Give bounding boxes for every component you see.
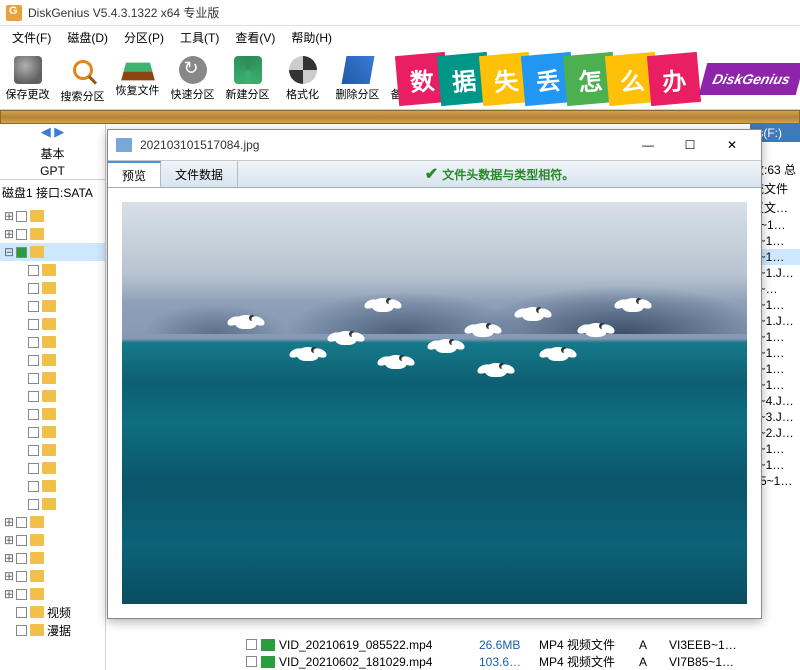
tree-row[interactable]: ⊞ bbox=[0, 585, 105, 603]
disk-info: 磁盘1 接口:SATA bbox=[0, 179, 105, 205]
app-logo-icon bbox=[6, 5, 22, 21]
title-bar: DiskGenius V5.4.3.1322 x64 专业版 bbox=[0, 0, 800, 26]
table-row[interactable]: VID_20210619_085522.mp4 26.6MB MP4 视频文件 … bbox=[106, 636, 800, 653]
tree-row[interactable] bbox=[0, 351, 105, 369]
promo-banner[interactable]: 数 据 失 丢 怎 么 办 DiskGenius bbox=[401, 48, 800, 110]
table-row[interactable]: VID_20210602_181029.mp4 103.6… MP4 视频文件 … bbox=[106, 653, 800, 670]
row-checkbox[interactable] bbox=[246, 656, 257, 667]
video-icon bbox=[261, 639, 275, 651]
tree-row[interactable] bbox=[0, 297, 105, 315]
format-icon bbox=[289, 56, 317, 84]
preview-window: 202103101517084.jpg — ☐ ✕ 预览 文件数据 ✔ 文件头数… bbox=[107, 129, 762, 619]
save-icon bbox=[14, 56, 42, 84]
tree-row[interactable]: ⊞ bbox=[0, 567, 105, 585]
tree-row[interactable] bbox=[0, 441, 105, 459]
tree-row[interactable]: ⊞ bbox=[0, 225, 105, 243]
image-file-icon bbox=[116, 138, 132, 152]
tree-row[interactable]: ⊞ bbox=[0, 513, 105, 531]
modal-filename: 202103101517084.jpg bbox=[140, 138, 627, 152]
menu-file[interactable]: 文件(F) bbox=[4, 27, 59, 48]
tree-row[interactable]: ⊟ bbox=[0, 243, 105, 261]
left-panel: ◀ ▶ 基本 GPT 磁盘1 接口:SATA ⊞ ⊞ ⊟ ⊞ ⊞ ⊞ ⊞ ⊞ 视… bbox=[0, 124, 106, 670]
row-checkbox[interactable] bbox=[246, 639, 257, 650]
tree-row[interactable] bbox=[0, 459, 105, 477]
menu-view[interactable]: 查看(V) bbox=[227, 27, 283, 48]
menu-tools[interactable]: 工具(T) bbox=[172, 27, 227, 48]
delete-partition-icon bbox=[341, 56, 374, 84]
toolbar-newpart-button[interactable]: 新建分区 bbox=[220, 48, 275, 109]
gpt-label: GPT bbox=[0, 163, 105, 179]
tree-row[interactable]: ⊞ bbox=[0, 531, 105, 549]
disk-map-strip[interactable] bbox=[0, 110, 800, 124]
new-partition-icon bbox=[234, 56, 262, 84]
check-icon: ✔ bbox=[425, 164, 438, 184]
nav-arrows[interactable]: ◀ ▶ bbox=[0, 124, 105, 144]
toolbar-recover-button[interactable]: 恢复文件 bbox=[110, 48, 165, 109]
toolbar-search-button[interactable]: 搜索分区 bbox=[55, 48, 110, 109]
recover-icon bbox=[121, 62, 155, 80]
folder-icon bbox=[30, 210, 44, 222]
header-status: ✔ 文件头数据与类型相符。 bbox=[238, 161, 761, 187]
tree-row[interactable]: 漫据 bbox=[0, 621, 105, 639]
modal-tabs: 预览 文件数据 ✔ 文件头数据与类型相符。 bbox=[108, 160, 761, 188]
toolbar-format-button[interactable]: 格式化 bbox=[275, 48, 330, 109]
file-list: VID_20210619_085522.mp4 26.6MB MP4 视频文件 … bbox=[106, 636, 800, 670]
search-icon bbox=[73, 60, 93, 80]
tree-row[interactable]: ⊞ bbox=[0, 207, 105, 225]
tree-row[interactable] bbox=[0, 495, 105, 513]
tree-row[interactable] bbox=[0, 423, 105, 441]
preview-body bbox=[108, 188, 761, 618]
quick-partition-icon bbox=[179, 56, 207, 84]
toolbar-delete-button[interactable]: 删除分区 bbox=[330, 48, 385, 109]
maximize-button[interactable]: ☐ bbox=[669, 133, 711, 157]
tab-preview[interactable]: 预览 bbox=[108, 161, 161, 187]
toolbar-quickpart-button[interactable]: 快速分区 bbox=[165, 48, 220, 109]
minimize-button[interactable]: — bbox=[627, 133, 669, 157]
menu-help[interactable]: 帮助(H) bbox=[283, 27, 340, 48]
tree-row[interactable] bbox=[0, 315, 105, 333]
tree-view[interactable]: ⊞ ⊞ ⊟ ⊞ ⊞ ⊞ ⊞ ⊞ 视频 漫据 bbox=[0, 205, 105, 641]
toolbar-save-button[interactable]: 保存更改 bbox=[0, 48, 55, 109]
menu-disk[interactable]: 磁盘(D) bbox=[59, 27, 116, 48]
tree-row[interactable] bbox=[0, 333, 105, 351]
tree-row[interactable] bbox=[0, 477, 105, 495]
window-title: DiskGenius V5.4.3.1322 x64 专业版 bbox=[28, 4, 219, 21]
menu-partition[interactable]: 分区(P) bbox=[116, 27, 172, 48]
toolbar: 保存更改 搜索分区 恢复文件 快速分区 新建分区 格式化 删除分区 备份分区 系… bbox=[0, 48, 800, 110]
basic-label: 基本 bbox=[0, 144, 105, 163]
tree-row[interactable]: ⊞ bbox=[0, 549, 105, 567]
promo-brand: DiskGenius bbox=[699, 63, 800, 95]
close-button[interactable]: ✕ bbox=[711, 133, 753, 157]
tree-row[interactable] bbox=[0, 261, 105, 279]
tree-row[interactable] bbox=[0, 405, 105, 423]
tree-row[interactable] bbox=[0, 369, 105, 387]
modal-title-bar[interactable]: 202103101517084.jpg — ☐ ✕ bbox=[108, 130, 761, 160]
video-icon bbox=[261, 656, 275, 668]
tree-row[interactable] bbox=[0, 387, 105, 405]
tree-row[interactable] bbox=[0, 279, 105, 297]
tree-row[interactable]: 视频 bbox=[0, 603, 105, 621]
menu-bar: 文件(F) 磁盘(D) 分区(P) 工具(T) 查看(V) 帮助(H) bbox=[0, 26, 800, 48]
preview-image bbox=[122, 202, 747, 604]
tab-filedata[interactable]: 文件数据 bbox=[161, 161, 238, 187]
